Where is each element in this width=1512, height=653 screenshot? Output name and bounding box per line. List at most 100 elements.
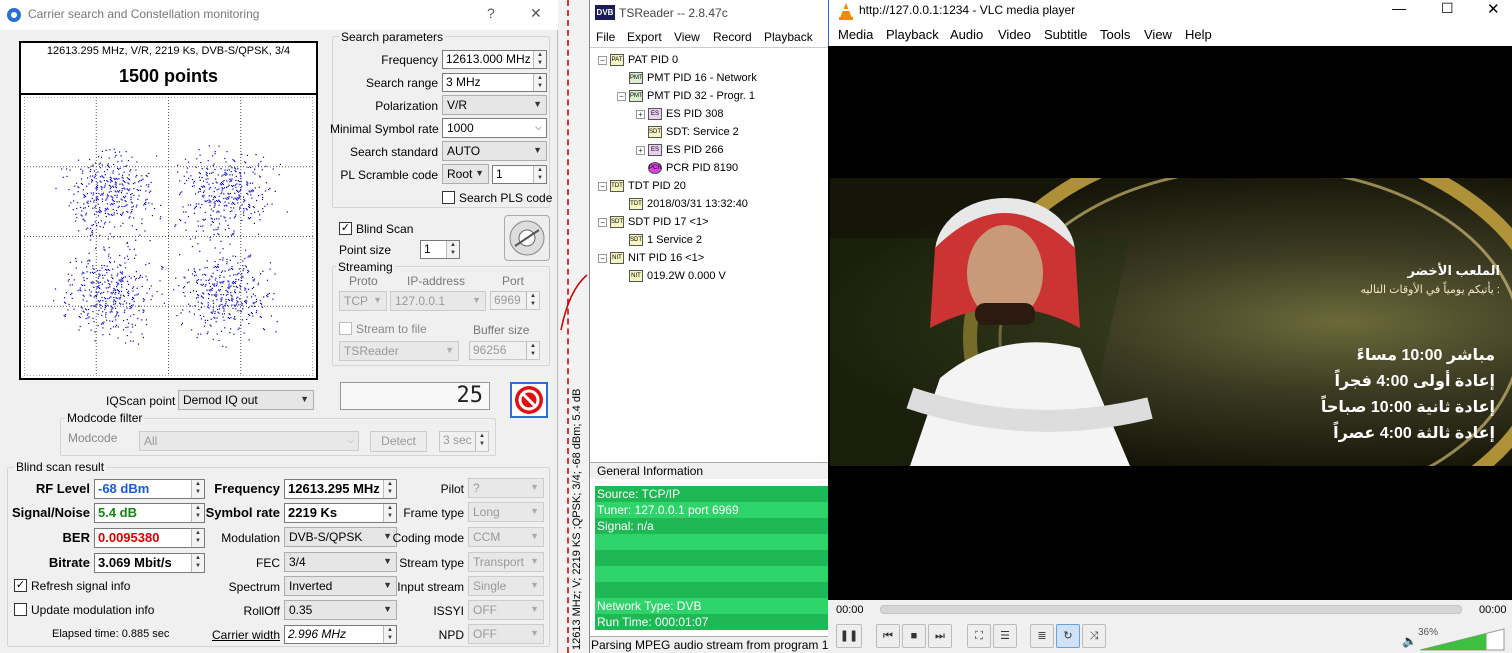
menu-file[interactable]: File [596,30,615,44]
tree-item[interactable]: − PMT PMT PID 32 - Progr. 1 [617,88,755,104]
vlc-menu-audio[interactable]: Audio [950,27,983,42]
expander-icon[interactable]: − [598,181,607,191]
vlc-menu-tools[interactable]: Tools [1100,27,1130,42]
pilot-select[interactable]: ? ▼ [468,478,544,498]
search-range-input[interactable]: 3 MHz ▲ ▼ [442,73,547,92]
close-button[interactable]: ✕ [530,5,542,22]
expander-icon[interactable]: + [636,145,645,155]
detect-button[interactable]: Detect [370,431,427,452]
ip-select[interactable]: 127.0.0.1 ▼ [390,291,486,311]
issyi-select[interactable]: OFF ▼ [468,600,544,620]
expander-icon[interactable]: − [598,55,607,65]
pause-button[interactable]: ❚❚ [836,624,862,648]
help-button[interactable]: ? [487,5,495,21]
playlist-button[interactable]: ≣ [1030,624,1054,648]
volume-slider[interactable] [1420,627,1506,651]
modcode-select[interactable]: All ⌵ [139,431,359,451]
fec-select[interactable]: 3/4 ▼ [284,552,397,572]
tree-item[interactable]: −SDT1 Service 2 [617,232,702,248]
min-symbol-rate-select[interactable]: 1000 ⌵ [442,118,547,138]
menu-view[interactable]: View [674,30,700,44]
coding-mode-select[interactable]: CCM ▼ [468,527,544,547]
speaker-icon[interactable]: 🔈 [1402,634,1417,648]
tree-item[interactable]: − PAT PAT PID 0 [598,52,678,68]
vlc-menu-view[interactable]: View [1144,27,1172,42]
update-modulation-checkbox[interactable] [14,603,27,616]
constellation-point [268,292,270,295]
vlc-menu-video[interactable]: Video [998,27,1031,42]
loop-button[interactable]: ↻ [1056,624,1080,648]
modcode-timeout-input[interactable]: 3 sec ▲ ▼ [439,431,489,452]
constellation-point [114,303,116,305]
vlc-menu-subtitle[interactable]: Subtitle [1044,27,1087,42]
maximize-button[interactable]: ☐ [1441,0,1454,17]
stream-type-select[interactable]: Transport ▼ [468,552,544,572]
tree-item[interactable]: − TDT TDT PID 20 [598,178,686,194]
refresh-signal-checkbox[interactable]: ✓ [14,579,27,592]
iq-scan-select[interactable]: Demod IQ out ▼ [178,390,314,410]
expander-icon[interactable]: − [598,253,607,263]
pl-mode-select[interactable]: Root ▼ [442,164,489,184]
video-frame[interactable]: الملعب الأخضر يأتيكم يومياً في الأوقات ا… [830,178,1512,466]
tree-item[interactable]: −TDT2018/03/31 13:32:40 [617,196,748,212]
tree-item[interactable]: + ES ES PID 308 [636,106,723,122]
vlc-menu-media[interactable]: Media [838,27,873,42]
vlc-menu-playback[interactable]: Playback [886,27,939,42]
input-stream-select[interactable]: Single ▼ [468,576,544,596]
vlc-menu-help[interactable]: Help [1185,27,1212,42]
buffer-size-input[interactable]: 96256 ▲ ▼ [469,341,540,360]
polarization-select[interactable]: V/R ▼ [442,95,547,115]
expander-icon[interactable]: − [617,91,626,101]
pl-code-input[interactable]: 1 ▲ ▼ [492,165,547,184]
tree-item[interactable]: − SDT SDT PID 17 <1> [598,214,709,230]
point-size-input[interactable]: 1 ▲ ▼ [420,240,460,259]
search-pls-checkbox[interactable] [442,191,455,204]
constellation-point [240,175,242,177]
tree-item[interactable]: −NIT019.2W 0.000 V [617,268,726,284]
menu-export[interactable]: Export [627,30,662,44]
tree-item[interactable]: −SDTSDT: Service 2 [636,124,739,140]
constellation-point [124,257,126,259]
npd-select[interactable]: OFF ▼ [468,624,544,644]
stop-button[interactable] [510,382,548,418]
spectrum-select[interactable]: Inverted ▼ [284,576,397,596]
constellation-point [118,201,120,203]
next-button[interactable]: ⏭ [928,624,952,648]
carrier-width-link[interactable]: Carrier width [200,628,280,642]
vlc-close-button[interactable]: ✕ [1487,0,1500,18]
constellation-point [113,299,115,301]
expander-icon[interactable]: + [636,109,645,119]
constellation-point [267,293,269,295]
modulation-select[interactable]: DVB-S/QPSK ▼ [284,527,397,547]
tree-item[interactable]: −PMTPMT PID 16 - Network [617,70,757,86]
expander-icon[interactable]: − [598,217,607,227]
constellation-point [131,225,133,227]
minimize-button[interactable]: — [1392,0,1406,16]
port-input[interactable]: 6969 ▲ ▼ [490,291,540,310]
frequency-input[interactable]: 12613.000 MHz ▲ ▼ [442,50,547,69]
constellation-point [124,309,126,311]
stream-target-select[interactable]: TSReader ▼ [339,341,459,361]
menu-playback[interactable]: Playback [764,30,813,44]
constellation-point [99,269,101,272]
previous-button[interactable]: ⏮ [876,624,900,648]
constellation-point [206,167,208,169]
tree-item[interactable]: − NIT NIT PID 16 <1> [598,250,704,266]
seek-bar[interactable] [880,605,1462,614]
frame-type-select[interactable]: Long ▼ [468,502,544,522]
search-standard-select[interactable]: AUTO ▼ [442,141,547,161]
fullscreen-button[interactable]: ⛶ [967,624,991,648]
rolloff-select[interactable]: 0.35 ▼ [284,600,397,620]
constellation-point [279,163,281,165]
stream-to-file-checkbox[interactable] [339,322,352,335]
shuffle-button[interactable]: ⤨ [1082,624,1106,648]
proto-select[interactable]: TCP ▼ [339,291,387,311]
constellation-point [109,286,111,288]
blind-scan-checkbox[interactable]: ✓ [339,222,352,235]
tree-item[interactable]: −PCRPCR PID 8190 [636,160,738,176]
stop-playback-button[interactable]: ■ [902,624,926,648]
menu-record[interactable]: Record [713,30,752,44]
tree-item[interactable]: + ES ES PID 266 [636,142,723,158]
extended-settings-button[interactable]: ☰ [993,624,1017,648]
logo-button[interactable] [504,215,550,261]
